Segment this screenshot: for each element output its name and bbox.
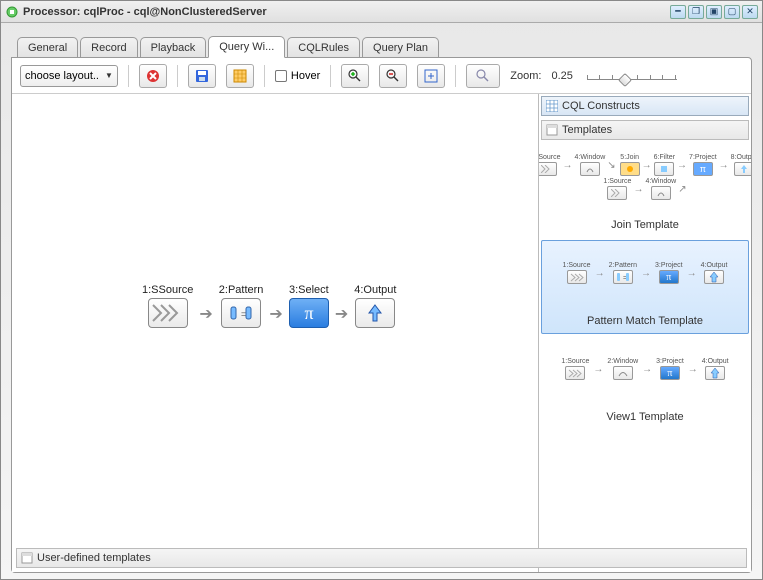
window-title: Processor: cqlProc - cql@NonClusteredSer… — [23, 6, 670, 18]
tab-bar: General Record Playback Query Wi... CQLR… — [17, 33, 752, 57]
arrow-icon: ➔ — [199, 304, 212, 324]
separator — [330, 65, 331, 87]
node-output[interactable]: 4:Output — [354, 284, 396, 328]
app-window: Processor: cqlProc - cql@NonClusteredSer… — [0, 0, 763, 580]
tab-panel: choose layout.. ▼ Hover — [11, 57, 752, 573]
canvas[interactable]: 1:SSource ➔ 2:Pattern = ➔ — [12, 94, 538, 572]
tab-cqlrules[interactable]: CQLRules — [287, 37, 360, 58]
slider-ticks — [587, 75, 677, 83]
zoom-slider[interactable] — [587, 66, 677, 86]
layout-combo[interactable]: choose layout.. ▼ — [20, 65, 118, 87]
output-icon — [355, 298, 395, 328]
toolbar: choose layout.. ▼ Hover — [12, 58, 751, 94]
zoom-fit-button[interactable] — [417, 64, 445, 88]
window-body: General Record Playback Query Wi... CQLR… — [1, 23, 762, 579]
tab-query-plan[interactable]: Query Plan — [362, 37, 439, 58]
tab-playback[interactable]: Playback — [140, 37, 207, 58]
template-icon — [546, 124, 558, 136]
template-caption: Pattern Match Template — [544, 315, 746, 327]
separator — [177, 65, 178, 87]
arrow-icon: ➔ — [335, 304, 348, 324]
hover-label: Hover — [291, 70, 320, 82]
node-pattern[interactable]: 2:Pattern = — [219, 284, 264, 328]
window-controls: ━ ❐ ▣ ▢ ✕ — [670, 5, 758, 19]
userdef-label: User-defined templates — [37, 552, 151, 564]
zoom-value: 0.25 — [551, 70, 572, 82]
delete-button[interactable] — [139, 64, 167, 88]
tab-query-wizard[interactable]: Query Wi... — [208, 36, 285, 58]
zoom-out-button[interactable] — [379, 64, 407, 88]
content-area: 1:SSource ➔ 2:Pattern = ➔ — [12, 94, 751, 572]
node-label: 4:Output — [354, 284, 396, 296]
separator — [128, 65, 129, 87]
sidebar-footer: User-defined templates — [14, 546, 749, 570]
zoom-in-button[interactable] — [341, 64, 369, 88]
separator — [264, 65, 265, 87]
tab-record[interactable]: Record — [80, 37, 137, 58]
template-caption: View1 Template — [544, 411, 746, 423]
node-select[interactable]: 3:Select π — [289, 284, 329, 328]
tab-general[interactable]: General — [17, 37, 78, 58]
close-button[interactable]: ✕ — [742, 5, 758, 19]
restore-button[interactable]: ❐ — [688, 5, 704, 19]
maximize-button[interactable]: ▢ — [724, 5, 740, 19]
node-label: 1:SSource — [142, 284, 193, 296]
zoom-label: Zoom: — [510, 70, 541, 82]
templates-header[interactable]: Templates — [541, 120, 749, 140]
minimize-button[interactable]: ━ — [670, 5, 686, 19]
templates-label: Templates — [562, 124, 612, 136]
separator — [455, 65, 456, 87]
source-icon — [148, 298, 188, 328]
constructs-label: CQL Constructs — [562, 100, 640, 112]
template-thumb: 1:Source → 4:Window ↘ 5:Join → 6:Filter … — [544, 149, 746, 205]
constructs-header[interactable]: CQL Constructs — [541, 96, 749, 116]
svg-text:=: = — [241, 309, 246, 319]
template-caption: Join Template — [544, 219, 746, 231]
chevron-down-icon: ▼ — [105, 71, 113, 80]
hover-checkbox[interactable] — [275, 70, 287, 82]
node-source[interactable]: 1:SSource — [142, 284, 193, 328]
svg-text:π: π — [304, 303, 313, 323]
titlebar[interactable]: Processor: cqlProc - cql@NonClusteredSer… — [1, 1, 762, 23]
app-icon — [5, 5, 19, 19]
template-join[interactable]: 1:Source → 4:Window ↘ 5:Join → 6:Filter … — [541, 144, 749, 238]
flow-diagram: 1:SSource ➔ 2:Pattern = ➔ — [142, 284, 396, 328]
userdef-header[interactable]: User-defined templates — [16, 548, 747, 568]
templates-list[interactable]: 1:Source → 4:Window ↘ 5:Join → 6:Filter … — [539, 142, 751, 572]
sidebar: CQL Constructs Templates 1:Source — [538, 94, 751, 572]
cascade-button[interactable]: ▣ — [706, 5, 722, 19]
node-label: 3:Select — [289, 284, 329, 296]
arrow-icon: ➔ — [269, 304, 282, 324]
node-label: 2:Pattern — [219, 284, 264, 296]
grid-icon — [546, 100, 558, 112]
zoom-region-button[interactable] — [466, 64, 500, 88]
grid-button[interactable] — [226, 64, 254, 88]
template-icon — [21, 552, 33, 564]
template-pattern-match[interactable]: 1:Source → 2:Pattern= → 3:Projectπ → 4:O… — [541, 240, 749, 334]
template-view1[interactable]: 1:Source → 2:Window → 3:Projectπ → 4:Out… — [541, 336, 749, 430]
pattern-icon: = — [221, 298, 261, 328]
save-button[interactable] — [188, 64, 216, 88]
hover-checkbox-wrap[interactable]: Hover — [275, 70, 320, 82]
select-icon: π — [289, 298, 329, 328]
template-thumb: 1:Source → 2:Window → 3:Projectπ → 4:Out… — [544, 341, 746, 397]
layout-combo-label: choose layout.. — [25, 70, 99, 82]
template-thumb: 1:Source → 2:Pattern= → 3:Projectπ → 4:O… — [544, 245, 746, 301]
